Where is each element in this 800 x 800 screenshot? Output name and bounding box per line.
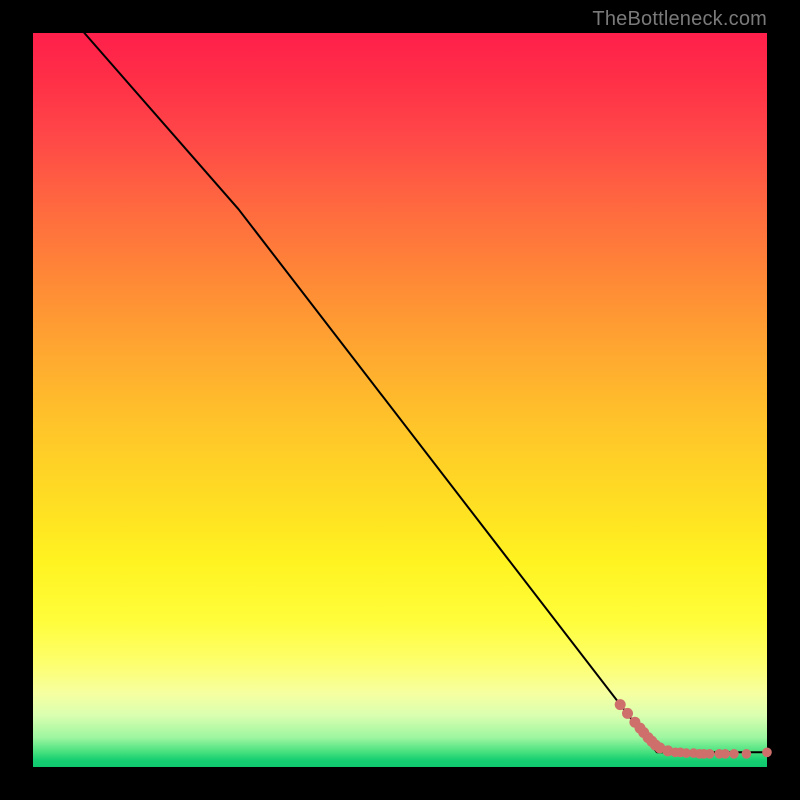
chart-overlay [33, 33, 767, 767]
bottleneck-curve [84, 33, 767, 752]
scatter-points [615, 699, 772, 759]
scatter-dot [615, 699, 626, 710]
chart-frame: TheBottleneck.com [0, 0, 800, 800]
scatter-dot [720, 749, 730, 759]
scatter-dot [729, 749, 739, 759]
scatter-dot [762, 748, 772, 758]
scatter-dot [705, 749, 715, 759]
watermark-text: TheBottleneck.com [592, 8, 767, 31]
scatter-dot [622, 708, 633, 719]
scatter-dot [742, 749, 752, 759]
